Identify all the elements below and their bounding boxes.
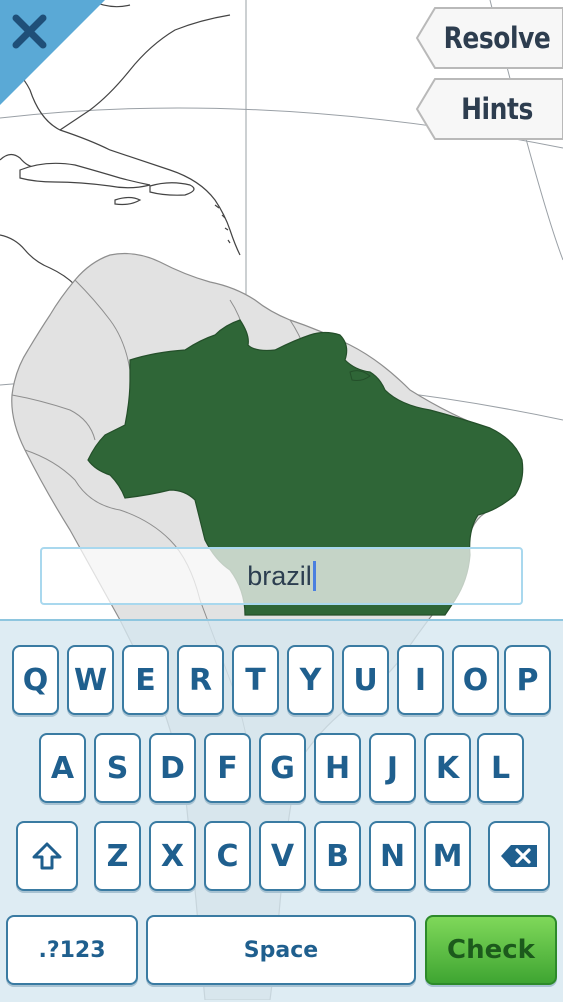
key-a[interactable]: A: [39, 733, 86, 803]
keyboard: Q W E R T Y U I O P A S D F G H J K L Z …: [0, 619, 563, 1002]
key-p[interactable]: P: [504, 645, 551, 715]
key-z[interactable]: Z: [94, 821, 141, 891]
key-f[interactable]: F: [204, 733, 251, 803]
key-e[interactable]: E: [122, 645, 169, 715]
key-o[interactable]: O: [452, 645, 499, 715]
shift-icon: [32, 842, 62, 870]
key-g[interactable]: G: [259, 733, 306, 803]
hints-label: Hints: [461, 92, 533, 126]
key-c[interactable]: C: [204, 821, 251, 891]
key-q[interactable]: Q: [12, 645, 59, 715]
key-x[interactable]: X: [149, 821, 196, 891]
backspace-icon: [501, 845, 537, 867]
key-k[interactable]: K: [424, 733, 471, 803]
numbers-key[interactable]: .?123: [6, 915, 138, 985]
hints-button[interactable]: Hints: [413, 77, 563, 141]
key-l[interactable]: L: [477, 733, 524, 803]
resolve-label: Resolve: [443, 21, 551, 55]
text-caret: [312, 561, 316, 591]
key-i[interactable]: I: [397, 645, 444, 715]
answer-typed-text: brazil: [247, 560, 312, 591]
key-n[interactable]: N: [369, 821, 416, 891]
key-b[interactable]: B: [314, 821, 361, 891]
key-t[interactable]: T: [232, 645, 279, 715]
key-m[interactable]: M: [424, 821, 471, 891]
check-button[interactable]: Check: [425, 915, 557, 985]
backspace-key[interactable]: [488, 821, 550, 891]
key-s[interactable]: S: [94, 733, 141, 803]
answer-input[interactable]: brazil: [40, 547, 523, 605]
key-j[interactable]: J: [369, 733, 416, 803]
shift-key[interactable]: [16, 821, 78, 891]
key-h[interactable]: H: [314, 733, 361, 803]
key-w[interactable]: W: [67, 645, 114, 715]
space-key[interactable]: Space: [146, 915, 416, 985]
key-v[interactable]: V: [259, 821, 306, 891]
key-y[interactable]: Y: [287, 645, 334, 715]
key-d[interactable]: D: [149, 733, 196, 803]
key-u[interactable]: U: [342, 645, 389, 715]
key-r[interactable]: R: [177, 645, 224, 715]
resolve-button[interactable]: Resolve: [413, 6, 563, 70]
